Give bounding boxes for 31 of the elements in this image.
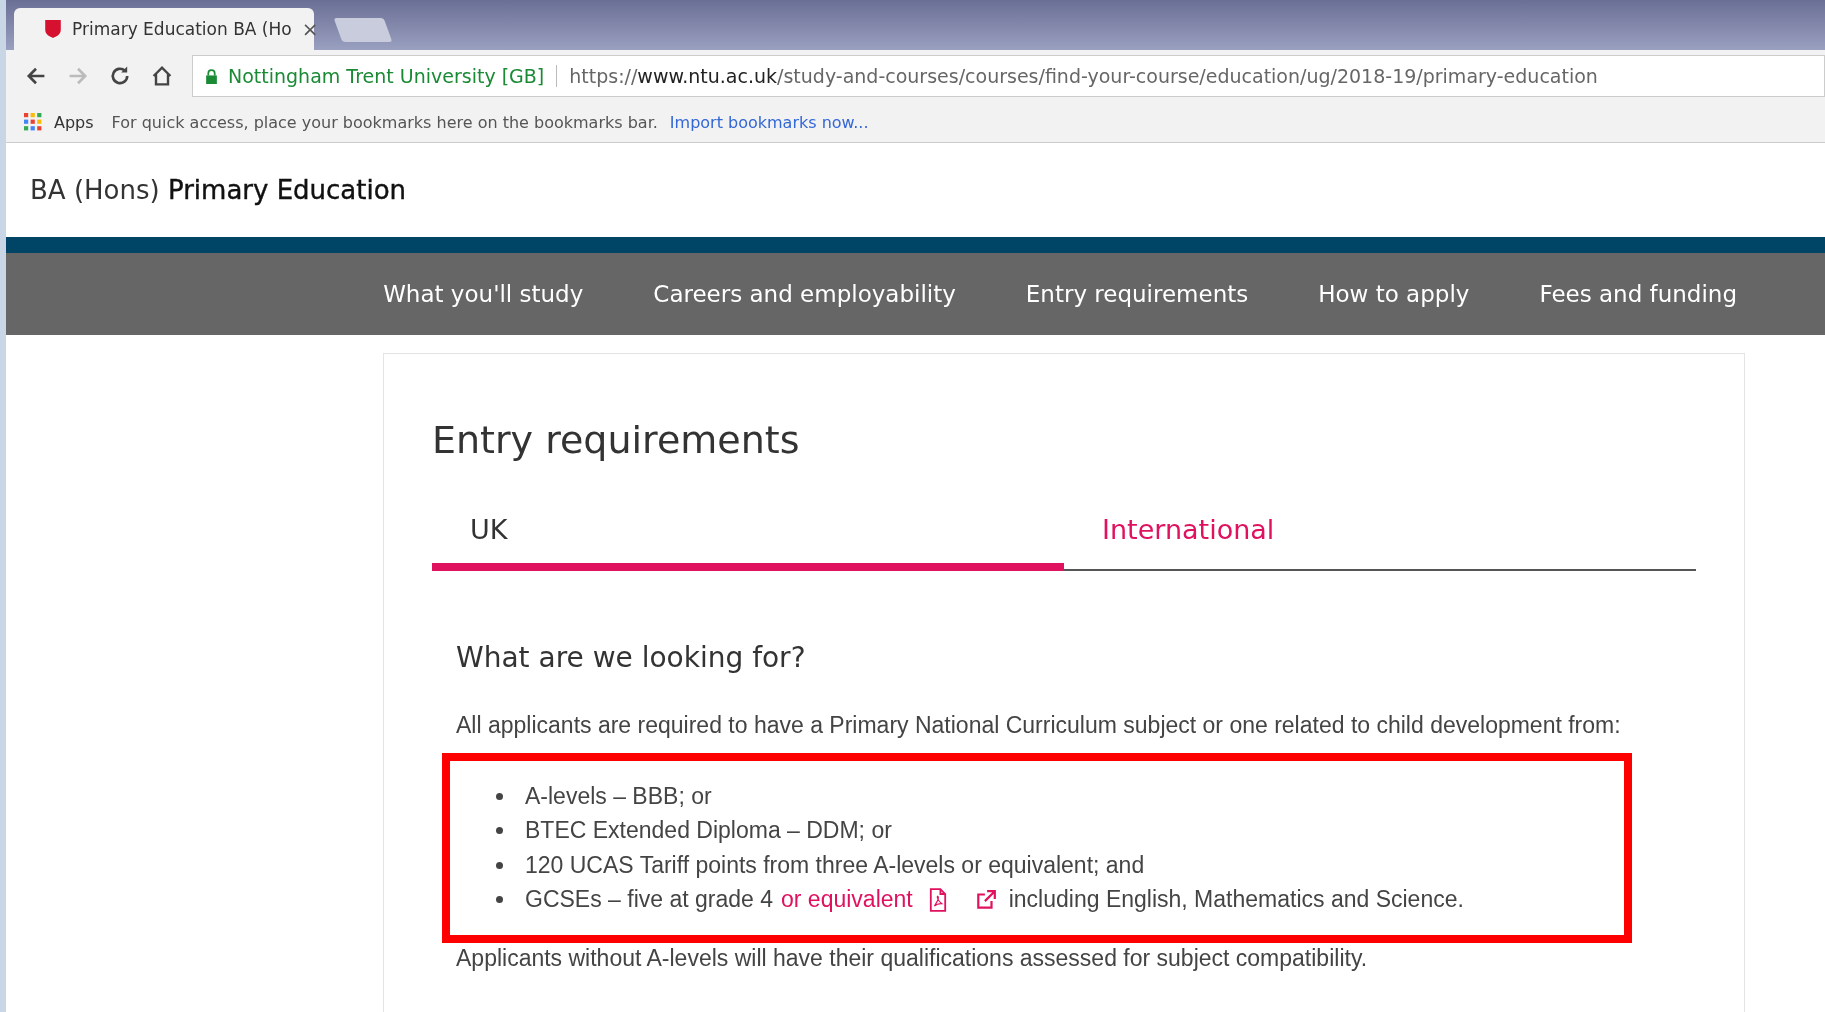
address-field[interactable]: Nottingham Trent University [GB] https://www.ntu.ac.uk/study-and-courses/courses/find-your-course/education/ug/2018-19/primary-education (192, 55, 1825, 97)
nav-link[interactable]: What you'll study (383, 281, 584, 307)
bullet-icon (496, 827, 503, 835)
bullet-icon (496, 792, 503, 800)
section-heading: Entry requirements (432, 418, 801, 462)
nav-link[interactable]: How to apply (1318, 281, 1470, 307)
requirement-text: A-levels – BBB; or (525, 782, 712, 810)
shield-icon (44, 19, 62, 39)
equivalent-link[interactable]: or equivalent (781, 886, 913, 914)
note-paragraph: Applicants without A-levels will have their qualifications assessed for subject compatibility. (456, 945, 1369, 972)
course-title: BA (Hons) Primary Education (30, 175, 407, 205)
requirement-text: 120 UCAS Tariff points from three A-levels or equivalent; and (525, 851, 1145, 879)
subheading: What are we looking for? (456, 641, 807, 674)
apps-link[interactable]: Apps (54, 112, 94, 132)
bookmarks-hint: For quick access, place your bookmarks here on the bookmarks bar. (111, 112, 658, 132)
nav-link[interactable]: Fees and funding (1539, 281, 1737, 307)
lock-icon (205, 68, 218, 84)
bullet-icon (496, 896, 503, 904)
bullet-icon (496, 861, 503, 869)
external-link-icon[interactable] (974, 887, 997, 912)
intro-paragraph: All applicants are required to have a Primary National Curriculum subject or one related to child development from: (456, 711, 1622, 740)
region-tab[interactable]: UK (432, 506, 1064, 571)
import-bookmarks-link[interactable]: Import bookmarks now... (669, 112, 869, 132)
requirement-text: BTEC Extended Diploma – DDM; or (525, 817, 892, 845)
requirement-text: including English, Mathematics and Science. (1008, 886, 1464, 914)
apps-grid-icon[interactable] (24, 113, 42, 131)
home-icon[interactable] (150, 64, 174, 88)
requirement-text: GCSEs – five at grade 4 (525, 886, 773, 914)
nav-link[interactable]: Entry requirements (1025, 281, 1249, 307)
region-tab[interactable]: International (1064, 506, 1696, 571)
nav-link[interactable]: Careers and employability (653, 281, 956, 307)
